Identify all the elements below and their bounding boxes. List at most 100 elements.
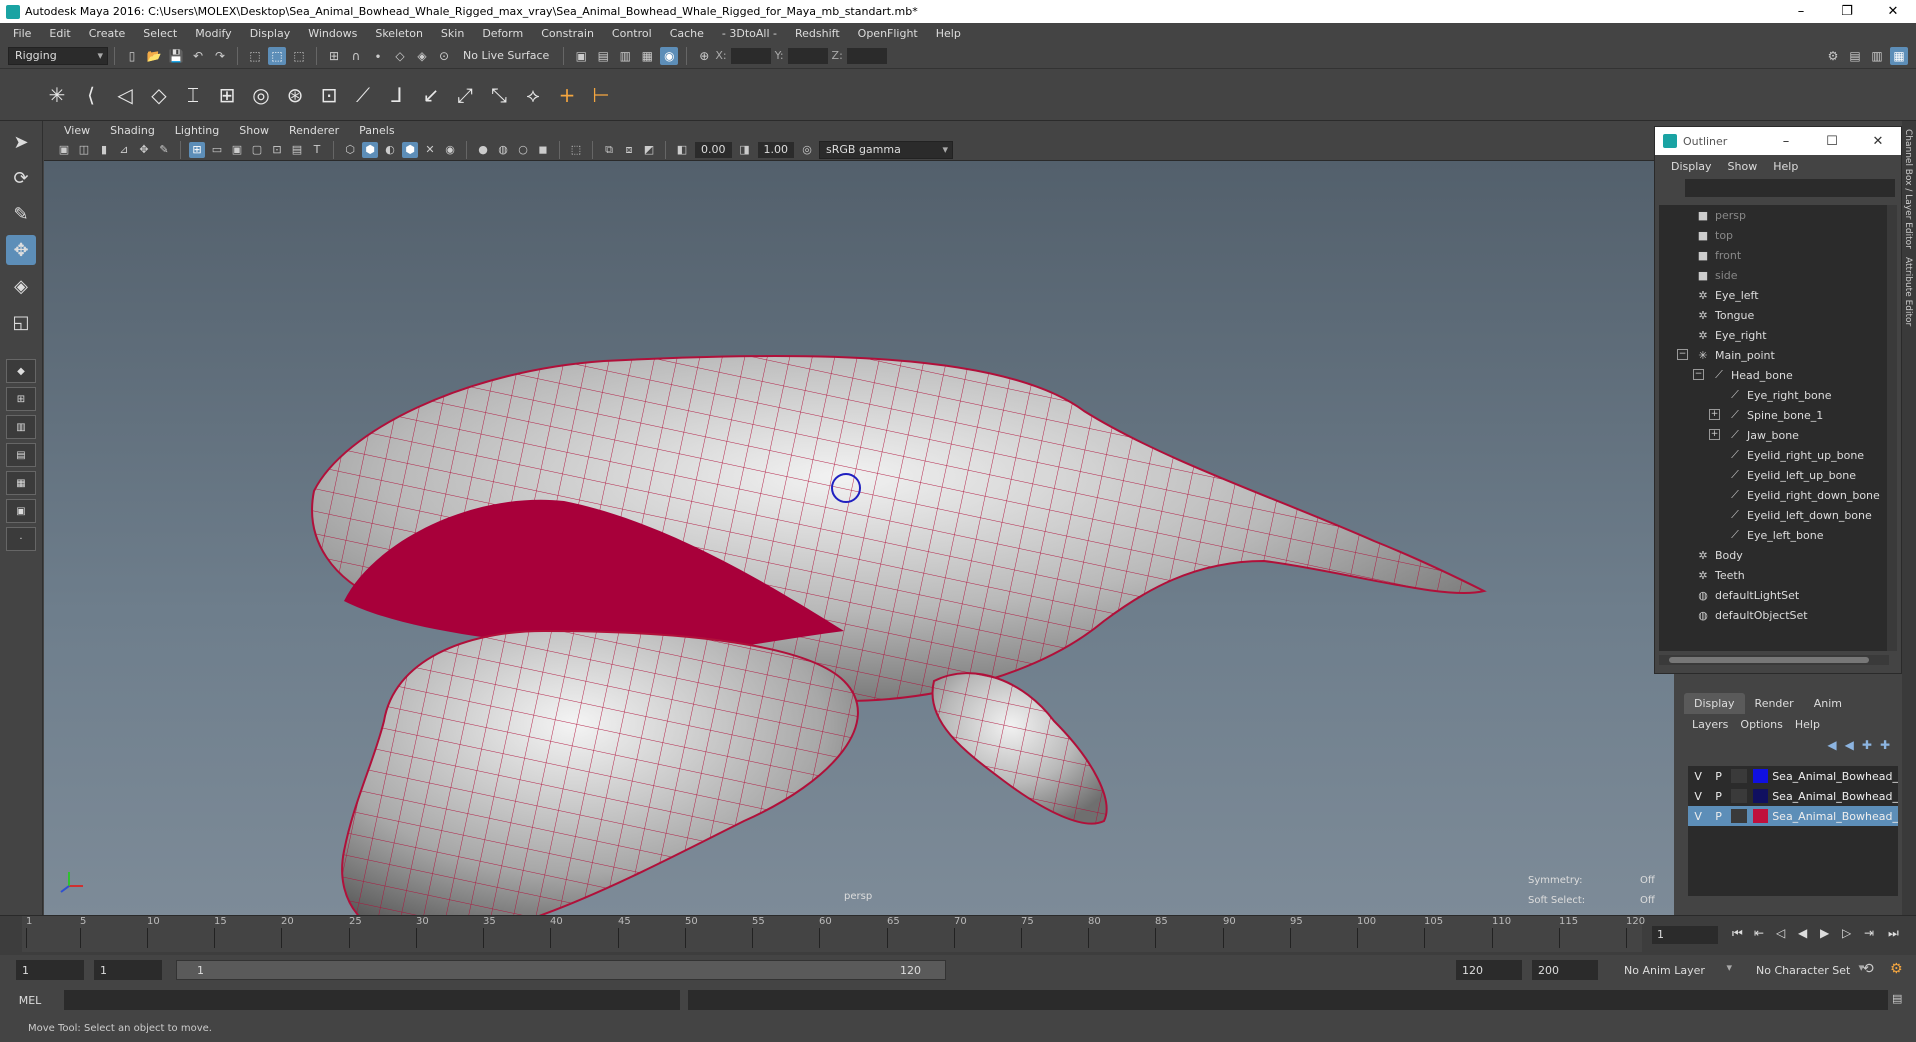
layer-color-swatch[interactable] — [1753, 769, 1769, 783]
channel-box-tab[interactable]: Channel Box / Layer Editor — [1903, 129, 1913, 249]
go-to-start-button[interactable]: ⏮ — [1732, 926, 1743, 941]
exposure-icon[interactable]: ◧ — [674, 142, 690, 158]
wrap-icon[interactable]: ⊛ — [280, 80, 310, 110]
minimize-button[interactable]: – — [1778, 4, 1824, 19]
move-tool-icon[interactable]: ✥ — [6, 235, 36, 265]
menu-display[interactable]: Display — [241, 27, 300, 40]
persp-graph-layout-icon[interactable]: ▤ — [6, 443, 36, 467]
display-type-toggle[interactable] — [1730, 769, 1748, 783]
snap-grid-icon[interactable]: ⊞ — [325, 47, 343, 65]
menu-skin[interactable]: Skin — [432, 27, 473, 40]
step-back-key-button[interactable]: ⇤ — [1754, 926, 1764, 940]
select-tool-icon[interactable]: ➤ — [6, 127, 36, 157]
new-layer-selected-icon[interactable]: ✚ — [1880, 738, 1890, 752]
outliner-item[interactable]: ■ side — [1659, 265, 1889, 285]
bind-skin-icon[interactable]: ⊡ — [314, 80, 344, 110]
orient-constraint-icon[interactable]: ⤢ — [450, 80, 480, 110]
x-field[interactable] — [730, 47, 771, 64]
expand-icon[interactable]: + — [1709, 409, 1720, 420]
snap-curve-icon[interactable]: ∩ — [347, 47, 365, 65]
single-perspective-layout-icon[interactable]: ◆ — [6, 359, 36, 383]
range-slider[interactable]: 1 120 — [176, 960, 946, 980]
outliner-item[interactable]: ✲ Body — [1659, 545, 1889, 565]
exposure-field[interactable]: 0.00 — [695, 141, 732, 158]
select-object-icon[interactable]: ⬚ — [268, 46, 286, 65]
layer-menu-options[interactable]: Options — [1734, 718, 1788, 731]
layer-tab-render[interactable]: Render — [1745, 693, 1804, 714]
isolate-select-icon[interactable]: ⬚ — [568, 142, 584, 158]
xray-icon[interactable]: ✕ — [422, 142, 438, 158]
gamma-icon[interactable]: ◨ — [737, 142, 753, 158]
rotate-tool-icon[interactable]: ◈ — [6, 271, 36, 301]
locator-icon[interactable]: ⌶ — [178, 80, 208, 110]
render-view-icon[interactable]: ▣ — [572, 47, 590, 65]
save-scene-icon[interactable]: 💾 — [167, 47, 185, 65]
quick-rig-icon[interactable]: ⊢ — [586, 80, 616, 110]
visibility-toggle[interactable]: V — [1688, 810, 1708, 823]
menu-edit[interactable]: Edit — [40, 27, 79, 40]
undo-icon[interactable]: ↶ — [189, 47, 207, 65]
outliner-minimize-button[interactable]: – — [1763, 134, 1809, 149]
play-forwards-button[interactable]: ▶ — [1820, 926, 1829, 940]
menu-3dtoall[interactable]: - 3DtoAll - — [713, 27, 786, 40]
snap-surface-icon[interactable]: ◈ — [413, 47, 431, 65]
tool-settings-icon[interactable]: ▥ — [1868, 47, 1886, 65]
outliner-item[interactable]: ◍ defaultLightSet — [1659, 585, 1889, 605]
z-field[interactable] — [846, 47, 887, 64]
playback-start-field[interactable]: 1 — [94, 960, 162, 980]
menu-windows[interactable]: Windows — [299, 27, 366, 40]
pole-vector-icon[interactable]: + — [552, 80, 582, 110]
safe-action-icon[interactable]: ▤ — [289, 142, 305, 158]
outliner-item[interactable]: ⟋ Eye_left_bone — [1659, 525, 1889, 545]
outliner-item[interactable]: ■ front — [1659, 245, 1889, 265]
redo-icon[interactable]: ↷ — [211, 47, 229, 65]
wireframe-on-shaded-icon[interactable]: ⬢ — [402, 141, 418, 158]
snap-view-icon[interactable]: ◇ — [391, 47, 409, 65]
xray-joints-icon[interactable]: ⧉ — [601, 142, 617, 158]
outliner-item[interactable]: ✲ Teeth — [1659, 565, 1889, 585]
menu-select[interactable]: Select — [134, 27, 186, 40]
playback-toggle[interactable]: P — [1708, 790, 1728, 803]
render-settings-icon[interactable]: ▦ — [638, 47, 656, 65]
grid-toggle-icon[interactable]: ⊞ — [189, 141, 205, 158]
current-frame-field[interactable]: 1 — [1652, 926, 1718, 944]
layer-menu-help[interactable]: Help — [1789, 718, 1826, 731]
flat-shade-icon[interactable]: ◐ — [382, 142, 398, 158]
paint-select-icon[interactable]: ✎ — [6, 199, 36, 229]
menu-skeleton[interactable]: Skeleton — [366, 27, 432, 40]
aim-constraint-icon[interactable]: ⟡ — [518, 80, 548, 110]
outliner-item[interactable]: ⟋ Eyelid_left_down_bone — [1659, 505, 1889, 525]
outliner-item[interactable]: ⟋ Eye_right_bone — [1659, 385, 1889, 405]
shadows-icon[interactable]: ◍ — [495, 142, 511, 158]
hypershade-icon[interactable]: ◉ — [660, 46, 679, 65]
render-frame-icon[interactable]: ▤ — [594, 47, 612, 65]
joint-tool-icon[interactable]: ✳ — [42, 80, 72, 110]
viewport-menu-panels[interactable]: Panels — [349, 124, 404, 137]
ipr-render-icon[interactable]: ▥ — [616, 47, 634, 65]
outliner-item[interactable]: + ⟋ Spine_bone_1 — [1659, 405, 1889, 425]
go-to-end-button[interactable]: ⏭ — [1888, 926, 1899, 941]
outliner-item[interactable]: ⟋ Eyelid_left_up_bone — [1659, 465, 1889, 485]
gate-mask-icon[interactable]: ▢ — [249, 142, 265, 158]
camera-select-icon[interactable]: ▣ — [56, 142, 72, 158]
menu-modify[interactable]: Modify — [186, 27, 240, 40]
display-layer-row[interactable]: V P Sea_Animal_Bowhead_ — [1688, 766, 1898, 786]
collapse-icon[interactable]: − — [1693, 369, 1704, 380]
animation-start-field[interactable]: 1 — [16, 960, 84, 980]
display-type-toggle[interactable] — [1730, 789, 1748, 803]
animation-end-field[interactable]: 200 — [1532, 960, 1598, 980]
menu-openflight[interactable]: OpenFlight — [849, 27, 927, 40]
outliner-item[interactable]: ⟋ Eyelid_right_up_bone — [1659, 445, 1889, 465]
layer-color-swatch[interactable] — [1753, 809, 1769, 823]
step-back-frame-button[interactable]: ◁ — [1776, 926, 1785, 940]
paint-weights-icon[interactable]: ⟋ — [348, 80, 378, 110]
outliner-item[interactable]: ■ persp — [1659, 205, 1889, 225]
viewport-menu-renderer[interactable]: Renderer — [279, 124, 349, 137]
outliner-vertical-scrollbar[interactable] — [1887, 205, 1897, 651]
hypershade-layout-icon[interactable]: ▦ — [6, 471, 36, 495]
script-editor-icon[interactable]: ▤ — [1892, 992, 1902, 1005]
playback-toggle[interactable]: P — [1708, 810, 1728, 823]
menu-help[interactable]: Help — [927, 27, 970, 40]
select-hierarchy-icon[interactable]: ⬚ — [246, 47, 264, 65]
outliner-horizontal-scrollbar[interactable] — [1659, 655, 1889, 665]
